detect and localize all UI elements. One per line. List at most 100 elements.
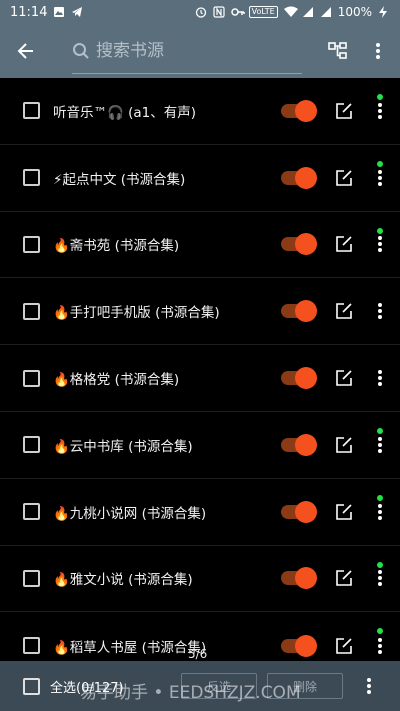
search-input[interactable] xyxy=(96,41,296,61)
list-item[interactable]: 🔥手打吧手机版 (书源合集) xyxy=(0,278,400,346)
toggle-knob xyxy=(295,367,317,390)
row-label: ⚡起点中文 (书源合集) xyxy=(53,171,186,188)
edit-icon xyxy=(336,303,352,320)
edit-button[interactable] xyxy=(329,563,359,593)
row-more-button[interactable] xyxy=(367,430,393,460)
row-label: 🔥斋书苑 (书源合集) xyxy=(53,238,180,255)
edit-button[interactable] xyxy=(329,296,359,326)
row-checkbox[interactable] xyxy=(23,503,40,521)
enable-toggle[interactable] xyxy=(281,567,317,590)
row-more-button[interactable] xyxy=(367,229,393,259)
row-checkbox[interactable] xyxy=(23,369,40,387)
toggle-knob xyxy=(295,233,317,256)
row-more-button[interactable] xyxy=(367,296,393,326)
edit-button[interactable] xyxy=(329,631,359,661)
edit-icon xyxy=(336,637,352,654)
telegram-notification-icon xyxy=(71,6,83,18)
charging-icon xyxy=(378,6,390,18)
row-checkbox[interactable] xyxy=(23,637,40,655)
edit-button[interactable] xyxy=(329,430,359,460)
toggle-knob xyxy=(295,166,317,189)
row-label: 听音乐™🎧 (a1、有声) xyxy=(53,104,196,121)
select-all-checkbox[interactable] xyxy=(23,677,40,695)
search-icon xyxy=(73,43,89,59)
row-checkbox[interactable] xyxy=(23,302,40,320)
signal-icon xyxy=(302,6,314,18)
toggle-knob xyxy=(295,567,317,590)
toggle-knob xyxy=(295,99,317,122)
vpn-key-icon xyxy=(230,6,245,18)
update-dot xyxy=(377,94,383,100)
group-button[interactable] xyxy=(318,24,358,78)
row-checkbox[interactable] xyxy=(23,569,40,587)
more-vert-icon xyxy=(378,102,382,119)
edit-icon xyxy=(336,236,352,253)
more-vert-icon xyxy=(378,370,382,387)
update-dot xyxy=(377,494,383,501)
enable-toggle[interactable] xyxy=(281,99,317,122)
watermark: 易手助手 • EEDSHZJZ.COM xyxy=(80,683,301,703)
update-dot xyxy=(377,427,383,434)
wifi-icon xyxy=(283,6,298,18)
row-checkbox[interactable] xyxy=(23,235,40,253)
edit-button[interactable] xyxy=(329,96,359,126)
row-label: 🔥格格党 (书源合集) xyxy=(53,372,180,389)
list-item[interactable]: 🔥格格党 (书源合集) xyxy=(0,345,400,412)
toggle-knob xyxy=(295,433,317,456)
list-item[interactable]: 🔥九桃小说网 (书源合集) xyxy=(0,479,400,546)
volte-badge: VoLTE xyxy=(248,6,278,18)
row-checkbox[interactable] xyxy=(23,169,40,187)
row-checkbox[interactable] xyxy=(23,436,40,454)
list-item[interactable]: ⚡起点中文 (书源合集) xyxy=(0,145,400,212)
edit-icon xyxy=(336,169,352,186)
edit-button[interactable] xyxy=(329,163,359,193)
list-item[interactable]: 🔥雅文小说 (书源合集) xyxy=(0,546,400,613)
row-more-button[interactable] xyxy=(367,163,393,193)
more-vert-icon xyxy=(378,303,382,320)
list-item[interactable]: 🔥斋书苑 (书源合集) xyxy=(0,212,400,279)
battery-percent: 100% xyxy=(337,5,372,19)
edit-button[interactable] xyxy=(329,363,359,393)
row-more-button[interactable] xyxy=(367,363,393,393)
toggle-knob xyxy=(295,634,317,657)
enable-toggle[interactable] xyxy=(281,433,317,456)
row-label: 🔥雅文小说 (书源合集) xyxy=(53,572,193,589)
edit-icon xyxy=(336,370,352,386)
row-more-button[interactable] xyxy=(367,96,393,126)
edit-button[interactable] xyxy=(329,497,359,527)
row-label: 🔥云中书库 (书源合集) xyxy=(53,438,193,455)
list-item[interactable]: 听音乐™🎧 (a1、有声) xyxy=(0,78,400,145)
more-vert-icon xyxy=(378,436,382,453)
page-indicator: 5/6 xyxy=(188,647,208,661)
toolbar xyxy=(0,24,400,78)
list-item[interactable]: 🔥云中书库 (书源合集) xyxy=(0,412,400,479)
enable-toggle[interactable] xyxy=(281,500,317,523)
edit-button[interactable] xyxy=(329,229,359,259)
image-notification-icon xyxy=(53,6,65,18)
more-vert-icon xyxy=(378,236,382,253)
more-vert-icon xyxy=(378,637,382,654)
status-time: 11:14 xyxy=(10,4,48,20)
back-button[interactable] xyxy=(0,24,52,78)
row-checkbox[interactable] xyxy=(23,102,40,120)
edit-icon xyxy=(336,503,352,520)
toolbar-more-button[interactable] xyxy=(358,24,398,78)
enable-toggle[interactable] xyxy=(281,634,317,657)
more-vert-icon xyxy=(378,169,382,186)
arrow-back-icon xyxy=(17,43,33,59)
update-dot xyxy=(377,160,383,167)
enable-toggle[interactable] xyxy=(281,233,317,256)
row-more-button[interactable] xyxy=(367,497,393,527)
group-tree-icon xyxy=(328,42,347,59)
row-more-button[interactable] xyxy=(367,631,393,661)
bottom-more-button[interactable] xyxy=(356,671,382,701)
enable-toggle[interactable] xyxy=(281,166,317,189)
more-vert-icon xyxy=(378,570,382,587)
enable-toggle[interactable] xyxy=(281,367,317,390)
update-dot xyxy=(377,561,383,568)
row-more-button[interactable] xyxy=(367,563,393,593)
row-label: 🔥九桃小说网 (书源合集) xyxy=(53,505,207,522)
search-box[interactable] xyxy=(72,24,302,78)
source-list: 听音乐™🎧 (a1、有声) ⚡起点中文 (书源合集) 🔥斋书苑 (书源合集) 🔥手打吧… xyxy=(0,78,400,679)
enable-toggle[interactable] xyxy=(281,300,317,323)
